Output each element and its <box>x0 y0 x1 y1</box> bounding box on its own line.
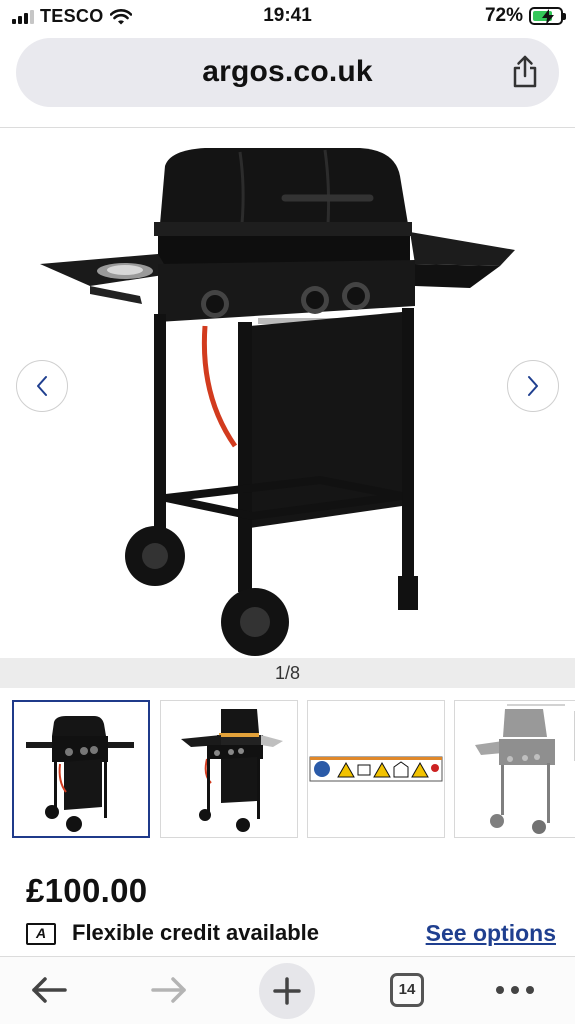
carousel-prev-button[interactable] <box>16 360 68 412</box>
new-tab-button[interactable] <box>259 963 315 1019</box>
status-right: 72% <box>484 5 566 27</box>
browser-toolbar: 14 <box>0 957 575 1024</box>
credit-text: Flexible credit available <box>72 920 320 945</box>
status-bar: TESCO 19:41 72% <box>0 0 575 34</box>
credit-row: A Flexible credit available See options <box>26 920 556 950</box>
carousel-next-button[interactable] <box>507 360 559 412</box>
back-button[interactable] <box>24 967 74 1013</box>
forward-arrow-icon <box>151 977 186 1003</box>
back-arrow-icon <box>32 977 67 1003</box>
tabs-icon: 14 <box>390 973 424 1007</box>
charging-bolt-icon <box>542 9 554 25</box>
chevron-left-icon <box>37 376 47 396</box>
product-price: £100.00 <box>26 872 148 909</box>
battery-percent: 72% <box>484 5 523 26</box>
more-icon <box>496 986 534 994</box>
thumbnail-4[interactable] <box>454 700 575 838</box>
bbq-product-image <box>40 148 515 656</box>
address-bar[interactable]: argos.co.uk <box>16 38 559 107</box>
forward-button[interactable] <box>144 967 194 1013</box>
more-button[interactable] <box>490 967 540 1013</box>
see-options-link[interactable]: See options <box>426 920 556 947</box>
battery-fill <box>533 9 554 25</box>
bbq-dimensions-thumbnail-image <box>475 704 575 834</box>
share-icon[interactable] <box>511 55 539 89</box>
thumbnail-2[interactable] <box>160 700 298 838</box>
thumbnail-strip <box>12 700 575 840</box>
bbq-thumbnail-image <box>26 716 134 832</box>
product-image-carousel[interactable] <box>0 128 575 658</box>
new-tab-plus-icon <box>273 977 301 1005</box>
image-counter: 1/8 <box>0 658 575 688</box>
chevron-right-icon <box>528 376 538 396</box>
credit-card-icon: A <box>26 923 56 945</box>
safety-symbols-thumbnail-image <box>309 756 443 782</box>
url-text[interactable]: argos.co.uk <box>16 55 559 89</box>
battery-icon <box>529 7 566 25</box>
tabs-button[interactable]: 14 <box>382 967 432 1013</box>
thumbnail-3[interactable] <box>307 700 445 838</box>
thumbnail-1[interactable] <box>12 700 150 838</box>
bbq-open-lid-thumbnail-image <box>181 709 283 832</box>
